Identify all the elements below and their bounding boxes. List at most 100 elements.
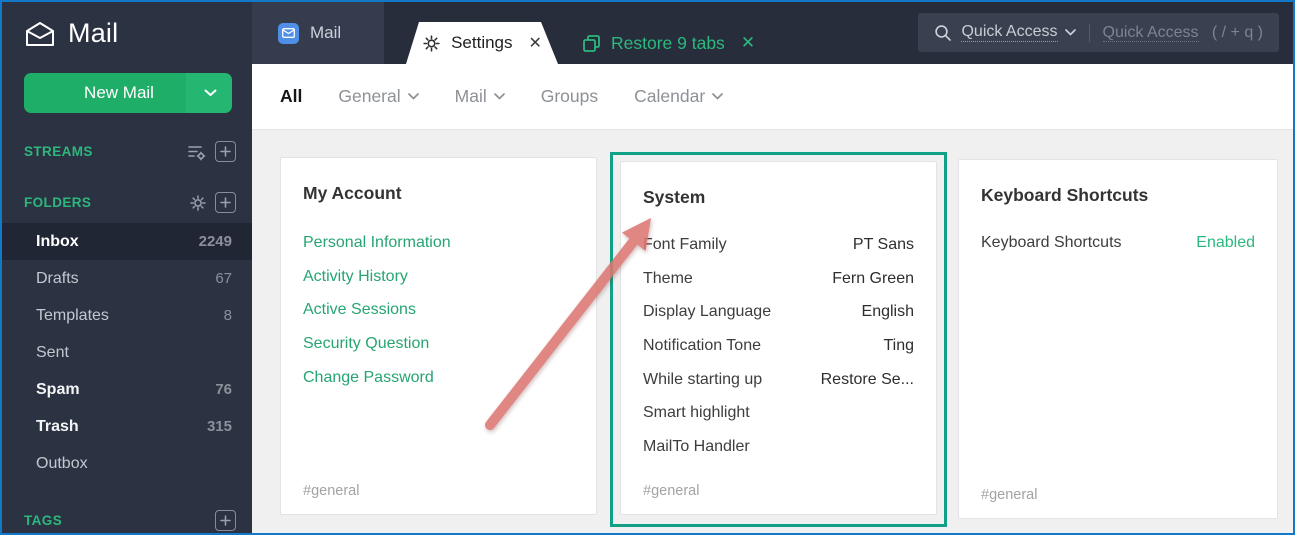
- link-activity-history[interactable]: Activity History: [303, 260, 574, 294]
- folder-label: Sent: [36, 343, 69, 361]
- card-my-account: My Account Personal Information Activity…: [280, 157, 597, 515]
- sidebar-item-sent[interactable]: Sent: [2, 334, 252, 371]
- streams-label: STREAMS: [24, 144, 93, 159]
- quick-access-scope-dropdown[interactable]: Quick Access: [961, 23, 1076, 42]
- setting-label[interactable]: Notification Tone: [643, 337, 761, 355]
- restore-tabs-icon: [582, 34, 601, 53]
- sidebar-item-inbox[interactable]: Inbox 2249: [2, 223, 252, 260]
- quick-access-placeholder: Quick Access: [1102, 23, 1199, 42]
- folder-settings-gear-icon[interactable]: [189, 194, 207, 212]
- folders-label: FOLDERS: [24, 195, 92, 210]
- app-logo: Mail: [2, 2, 252, 49]
- setting-label[interactable]: Display Language: [643, 303, 771, 321]
- quick-access-search[interactable]: Quick Access Quick Access ( / + q ): [918, 13, 1279, 52]
- stream-filter-settings-icon[interactable]: [187, 143, 207, 161]
- filter-label: Calendar: [634, 86, 706, 106]
- mail-envelope-logo-icon: [24, 20, 56, 48]
- sidebar-item-spam[interactable]: Spam 76: [2, 371, 252, 408]
- setting-row-display-language: Display Language English: [643, 295, 914, 329]
- filter-calendar[interactable]: Calendar: [634, 86, 724, 107]
- mail-tab-label: Mail: [310, 23, 342, 42]
- chevron-down-icon: [1064, 29, 1076, 36]
- close-settings-tab-icon[interactable]: ✕: [529, 33, 542, 53]
- folder-count: 315: [206, 418, 232, 435]
- card-title: System: [643, 187, 706, 207]
- link-active-sessions[interactable]: Active Sessions: [303, 293, 574, 327]
- tab-settings[interactable]: Settings ✕: [406, 22, 558, 64]
- folder-label: Inbox: [36, 232, 79, 250]
- new-mail-label: New Mail: [84, 83, 154, 102]
- tab-restore[interactable]: Restore 9 tabs ✕: [582, 22, 755, 64]
- mail-tab-envelope-icon: [278, 22, 299, 44]
- setting-label[interactable]: Theme: [643, 270, 693, 288]
- tab-mail[interactable]: Mail: [252, 2, 384, 64]
- my-account-links: Personal Information Activity History Ac…: [303, 226, 574, 394]
- card-tag: #general: [981, 487, 1038, 503]
- quick-access-input[interactable]: Quick Access ( / + q ): [1102, 23, 1263, 42]
- setting-row-smart-highlight: Smart highlight: [643, 396, 914, 430]
- folder-count: 2249: [198, 233, 232, 250]
- filter-groups[interactable]: Groups: [541, 86, 598, 107]
- settings-content: My Account Personal Information Activity…: [252, 130, 1293, 533]
- filter-all[interactable]: All: [280, 86, 302, 107]
- folder-list: Inbox 2249 Drafts 67 Templates 8 Sent Sp…: [2, 223, 252, 482]
- filter-label: Groups: [540, 86, 599, 106]
- divider: [1088, 23, 1090, 42]
- setting-label[interactable]: While starting up: [643, 371, 762, 389]
- filter-mail[interactable]: Mail: [455, 86, 505, 107]
- sidebar-item-drafts[interactable]: Drafts 67: [2, 260, 252, 297]
- quick-access-scope-label: Quick Access: [961, 23, 1058, 42]
- close-restore-tab-icon[interactable]: ✕: [741, 33, 755, 53]
- chevron-down-icon[interactable]: [188, 89, 232, 97]
- add-stream-icon[interactable]: [215, 141, 236, 162]
- folder-label: Outbox: [36, 454, 88, 472]
- folders-section-header: FOLDERS: [2, 192, 252, 213]
- filter-general[interactable]: General: [338, 86, 419, 107]
- card-title: My Account: [303, 183, 402, 203]
- add-tag-icon[interactable]: [215, 510, 236, 531]
- folder-label: Templates: [36, 306, 109, 324]
- setting-value[interactable]: PT Sans: [853, 236, 914, 254]
- chevron-down-icon: [712, 93, 724, 100]
- folder-count: 8: [223, 307, 232, 324]
- setting-label[interactable]: Keyboard Shortcuts: [981, 234, 1122, 252]
- sidebar-item-templates[interactable]: Templates 8: [2, 297, 252, 334]
- setting-value-enabled[interactable]: Enabled: [1196, 234, 1255, 252]
- setting-row-keyboard-shortcuts: Keyboard Shortcuts Enabled: [981, 226, 1255, 260]
- card-tag: #general: [643, 483, 700, 499]
- main-area: Mail Settings ✕ Restore 9 tabs ✕ Quick A…: [252, 2, 1293, 533]
- setting-value[interactable]: Restore Se...: [821, 371, 914, 389]
- setting-value[interactable]: Fern Green: [832, 270, 914, 288]
- sidebar-item-outbox[interactable]: Outbox: [2, 445, 252, 482]
- settings-tab-label: Settings: [451, 33, 513, 52]
- filter-label: All: [280, 86, 303, 106]
- chevron-down-icon: [493, 93, 505, 100]
- setting-value[interactable]: English: [862, 303, 914, 321]
- tags-section-header: TAGS: [2, 510, 252, 531]
- sidebar-item-trash[interactable]: Trash 315: [2, 408, 252, 445]
- highlight-frame: System Font Family PT Sans Theme Fern Gr…: [610, 152, 947, 527]
- card-keyboard-shortcuts: Keyboard Shortcuts Keyboard Shortcuts En…: [958, 159, 1278, 519]
- folder-label: Drafts: [36, 269, 79, 287]
- setting-value[interactable]: Ting: [883, 337, 914, 355]
- system-settings-rows: Font Family PT Sans Theme Fern Green Dis…: [643, 228, 914, 464]
- add-folder-icon[interactable]: [215, 192, 236, 213]
- new-mail-button[interactable]: New Mail: [24, 73, 232, 113]
- setting-label[interactable]: MailTo Handler: [643, 438, 750, 456]
- folder-label: Trash: [36, 417, 79, 435]
- link-change-password[interactable]: Change Password: [303, 361, 574, 395]
- restore-tab-label: Restore 9 tabs: [611, 32, 725, 53]
- setting-row-mailto-handler: MailTo Handler: [643, 430, 914, 464]
- card-tag: #general: [303, 483, 360, 499]
- setting-label[interactable]: Font Family: [643, 236, 727, 254]
- streams-section-header: STREAMS: [2, 141, 252, 162]
- folder-count: 76: [215, 381, 232, 398]
- app-title: Mail: [68, 18, 119, 48]
- link-personal-information[interactable]: Personal Information: [303, 226, 574, 260]
- topbar: Mail Settings ✕ Restore 9 tabs ✕ Quick A…: [252, 2, 1293, 64]
- settings-filter-bar: All General Mail Groups Calendar: [252, 64, 1293, 130]
- sidebar: Mail New Mail STREAMS FOLDERS Inbox 2249…: [2, 2, 252, 533]
- setting-label[interactable]: Smart highlight: [643, 404, 750, 422]
- link-security-question[interactable]: Security Question: [303, 327, 574, 361]
- card-system: System Font Family PT Sans Theme Fern Gr…: [620, 161, 937, 515]
